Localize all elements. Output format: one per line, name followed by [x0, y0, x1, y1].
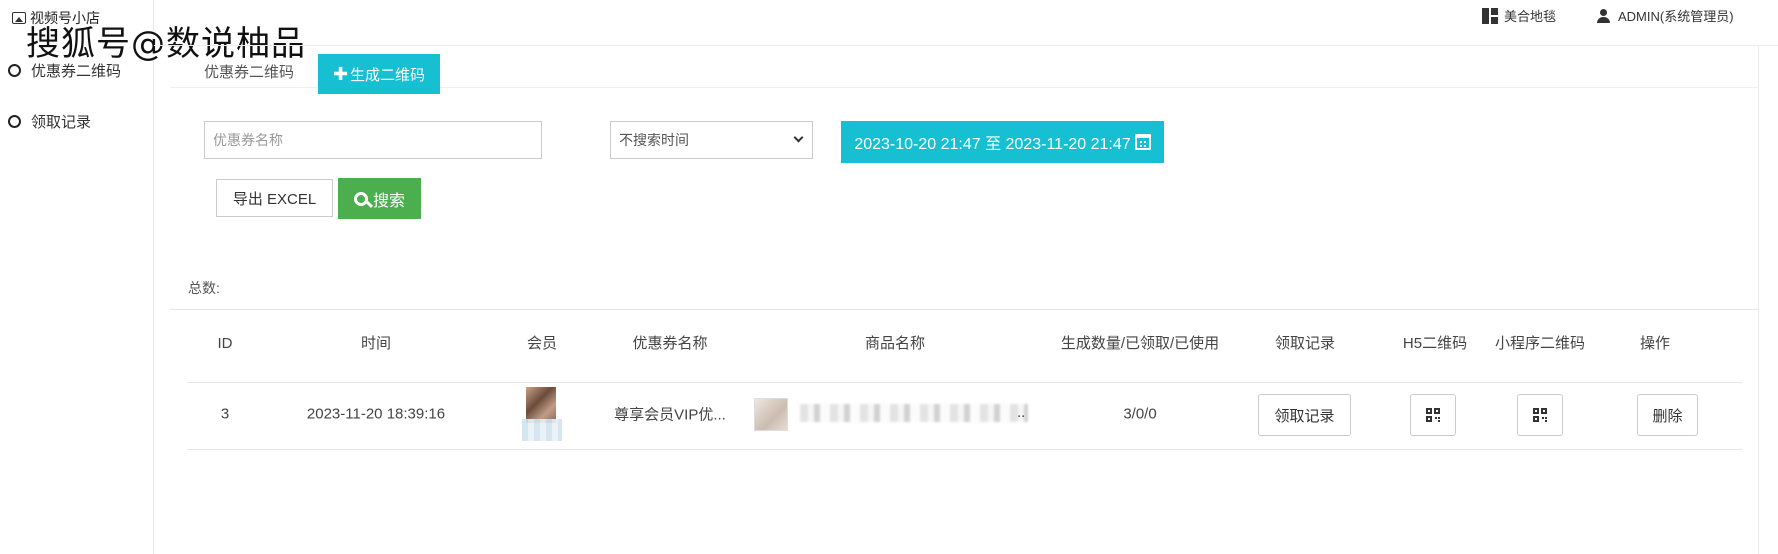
search-icon — [353, 191, 368, 206]
column-header-id: ID — [217, 335, 233, 352]
cell-coupon-name: 尊享会员VIP优... — [614, 406, 726, 424]
sidebar: 视频号小店 优惠券二维码 领取记录 — [0, 0, 154, 554]
store-label: 美合地毯 — [1504, 9, 1557, 24]
circle-icon — [8, 115, 21, 128]
user-menu[interactable]: ADMIN(系统管理员) — [1596, 6, 1734, 25]
plus-icon: ✚ — [332, 63, 349, 84]
column-header-coupon-name: 优惠券名称 — [632, 335, 708, 352]
delete-label: 删除 — [1652, 407, 1683, 425]
time-filter-value: 不搜索时间 — [619, 132, 689, 148]
qrcode-icon — [1533, 408, 1547, 422]
coupon-name-input[interactable]: 优惠券名称 — [204, 121, 542, 159]
h5-qrcode-button[interactable] — [1410, 394, 1456, 436]
chevron-down-icon — [793, 132, 804, 143]
miniprogram-qrcode-button[interactable] — [1517, 394, 1563, 436]
cell-counts: 3/0/0 — [1123, 405, 1157, 423]
calendar-icon — [1134, 134, 1151, 150]
right-edge — [1758, 46, 1778, 554]
column-header-h5-qrcode: H5二维码 — [1402, 335, 1468, 352]
divider — [170, 309, 1758, 310]
store-link[interactable]: 美合地毯 — [1482, 6, 1556, 25]
column-header-claim-record: 领取记录 — [1274, 335, 1335, 352]
search-label: 搜索 — [372, 192, 405, 210]
image-icon — [12, 12, 26, 24]
column-header-counts: 生成数量/已领取/已使用 — [1060, 335, 1220, 352]
qrcode-icon — [1426, 408, 1440, 422]
column-header-time: 时间 — [360, 335, 391, 352]
sidebar-item-label: 领取记录 — [31, 114, 92, 131]
column-header-product-name: 商品名称 — [864, 335, 925, 352]
export-excel-button[interactable]: 导出 EXCEL — [216, 179, 333, 217]
coupon-name-placeholder: 优惠券名称 — [213, 132, 283, 148]
user-label: ADMIN(系统管理员) — [1618, 9, 1734, 24]
dashboard-icon — [1482, 7, 1498, 24]
column-header-member: 会员 — [526, 335, 557, 352]
product-thumbnail — [754, 398, 788, 431]
total-count: 总数: — [188, 280, 220, 296]
column-header-miniprogram-qrcode: 小程序二维码 — [1494, 335, 1585, 352]
generate-qrcode-label: 生成二维码 — [350, 66, 426, 84]
product-name-ellipsis: .. — [1017, 404, 1026, 421]
delete-button[interactable]: 删除 — [1637, 394, 1698, 436]
table-row-divider — [187, 449, 1742, 450]
column-header-actions: 操作 — [1639, 335, 1670, 352]
export-excel-label: 导出 EXCEL — [232, 190, 317, 208]
cell-id: 3 — [220, 405, 230, 423]
time-filter-select[interactable]: 不搜索时间 — [610, 121, 813, 159]
table-header-divider — [187, 382, 1742, 383]
circle-icon — [8, 64, 21, 77]
claim-record-button[interactable]: 领取记录 — [1258, 394, 1351, 436]
claim-record-label: 领取记录 — [1274, 407, 1335, 425]
generate-qrcode-button[interactable]: ✚ 生成二维码 — [318, 54, 440, 94]
user-icon — [1596, 8, 1610, 23]
date-range-picker[interactable]: 2023-10-20 21:47 至 2023-11-20 21:47 — [841, 121, 1164, 163]
tab-coupon-qrcode[interactable]: 优惠券二维码 — [204, 61, 294, 82]
sidebar-item-claim-records[interactable]: 领取记录 — [8, 111, 91, 132]
member-avatar — [520, 387, 566, 443]
search-button[interactable]: 搜索 — [338, 178, 421, 219]
cell-time: 2023-11-20 18:39:16 — [306, 405, 446, 423]
product-name-blurred — [800, 404, 1028, 422]
date-range-value: 2023-10-20 21:47 至 2023-11-20 21:47 — [854, 136, 1131, 153]
